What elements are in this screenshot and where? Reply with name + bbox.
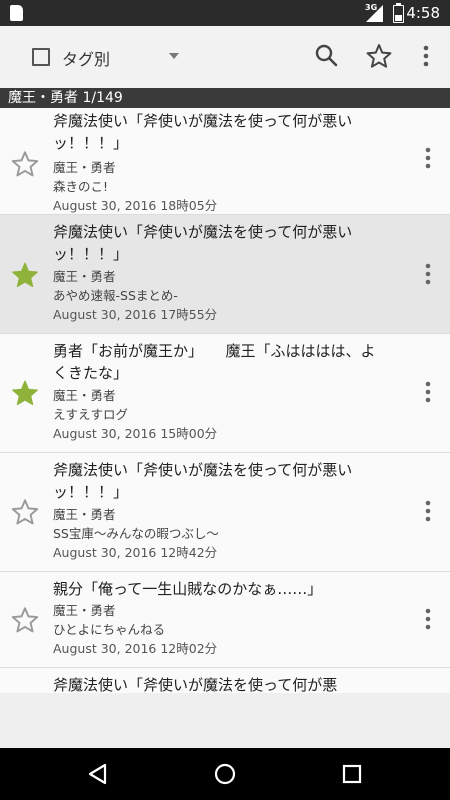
filter-dropdown-label[interactable]: タグ別: [62, 46, 110, 70]
list-item[interactable]: 勇者「お前が魔王か」 魔王「ふはははは、よくきたな」 魔王・勇者 えすえすログ …: [0, 334, 450, 453]
more-vert-icon[interactable]: [418, 260, 438, 288]
item-date: August 30, 2016 15時00分: [53, 426, 218, 441]
item-source: SS宝庫～みんなの暇つぶし～: [53, 526, 219, 541]
select-all-checkbox[interactable]: [32, 48, 50, 66]
item-source: あやめ速報-SSまとめ-: [53, 288, 178, 303]
chevron-down-icon[interactable]: [169, 53, 179, 59]
more-vert-icon[interactable]: [418, 144, 438, 172]
article-list[interactable]: 斧魔法使い「斧使いが魔法を使って何が悪いッ！！！」 魔王・勇者 森きのこ! Au…: [0, 108, 450, 693]
app-bar: タグ別: [0, 26, 450, 88]
item-title: 斧魔法使い「斧使いが魔法を使って何が悪いッ！！！」: [53, 461, 353, 501]
star-outline-icon[interactable]: [10, 149, 40, 179]
item-tag: 魔王・勇者: [53, 160, 116, 175]
item-date: August 30, 2016 12時42分: [53, 545, 218, 560]
section-header: 魔王・勇者 1/149: [0, 88, 450, 108]
item-title: 親分「俺って一生山賊なのかなぁ……」: [53, 580, 323, 598]
item-source: えすえすログ: [53, 407, 129, 422]
star-filled-icon[interactable]: [10, 378, 40, 408]
section-title: 魔王・勇者 1/149: [8, 90, 123, 106]
item-title: 斧魔法使い「斧使いが魔法を使って何が悪: [53, 676, 338, 693]
more-vert-icon[interactable]: [418, 497, 438, 525]
item-tag: 魔王・勇者: [53, 269, 116, 284]
recents-icon[interactable]: [340, 762, 364, 786]
item-tag: 魔王・勇者: [53, 603, 116, 618]
star-outline-icon[interactable]: [10, 497, 40, 527]
item-title: 斧魔法使い「斧使いが魔法を使って何が悪いッ！！！」: [53, 112, 353, 152]
list-item[interactable]: 斧魔法使い「斧使いが魔法を使って何が悪いッ！！！」 魔王・勇者 SS宝庫～みんな…: [0, 453, 450, 572]
back-icon[interactable]: [86, 762, 110, 786]
list-item[interactable]: 斧魔法使い「斧使いが魔法を使って何が悪いッ！！！」 魔王・勇者 森きのこ! Au…: [0, 108, 450, 215]
item-title: 勇者「お前が魔王か」 魔王「ふはははは、よくきたな」: [53, 342, 376, 382]
item-source: 森きのこ!: [53, 179, 109, 194]
item-tag: 魔王・勇者: [53, 507, 116, 522]
list-item[interactable]: 親分「俺って一生山賊なのかなぁ……」 魔王・勇者 ひとよにちゃんねる Augus…: [0, 572, 450, 668]
item-tag: 魔王・勇者: [53, 388, 116, 403]
list-item[interactable]: 斧魔法使い「斧使いが魔法を使って何が悪いッ！！！」 魔王・勇者 あやめ速報-SS…: [0, 215, 450, 334]
home-icon[interactable]: [213, 762, 237, 786]
star-outline-icon[interactable]: [10, 605, 40, 635]
item-date: August 30, 2016 17時55分: [53, 307, 218, 322]
list-item[interactable]: 斧魔法使い「斧使いが魔法を使って何が悪: [0, 668, 450, 693]
navigation-bar: [0, 748, 450, 800]
more-vert-icon[interactable]: [418, 605, 438, 633]
item-date: August 30, 2016 12時02分: [53, 641, 218, 656]
item-source: ひとよにちゃんねる: [53, 622, 166, 637]
search-icon[interactable]: [313, 42, 341, 70]
star-filled-icon[interactable]: [10, 260, 40, 290]
status-bar: 3G 4:58: [0, 0, 450, 26]
more-vert-icon[interactable]: [418, 378, 438, 406]
star-outline-icon[interactable]: [365, 42, 393, 70]
item-date: August 30, 2016 18時05分: [53, 198, 218, 213]
network-type-label: 3G: [365, 3, 378, 12]
more-vert-icon[interactable]: [412, 42, 440, 70]
status-time: 4:58: [406, 4, 440, 22]
battery-icon: [393, 3, 404, 23]
sd-card-icon: [10, 5, 23, 21]
item-title: 斧魔法使い「斧使いが魔法を使って何が悪いッ！！！」: [53, 223, 353, 263]
